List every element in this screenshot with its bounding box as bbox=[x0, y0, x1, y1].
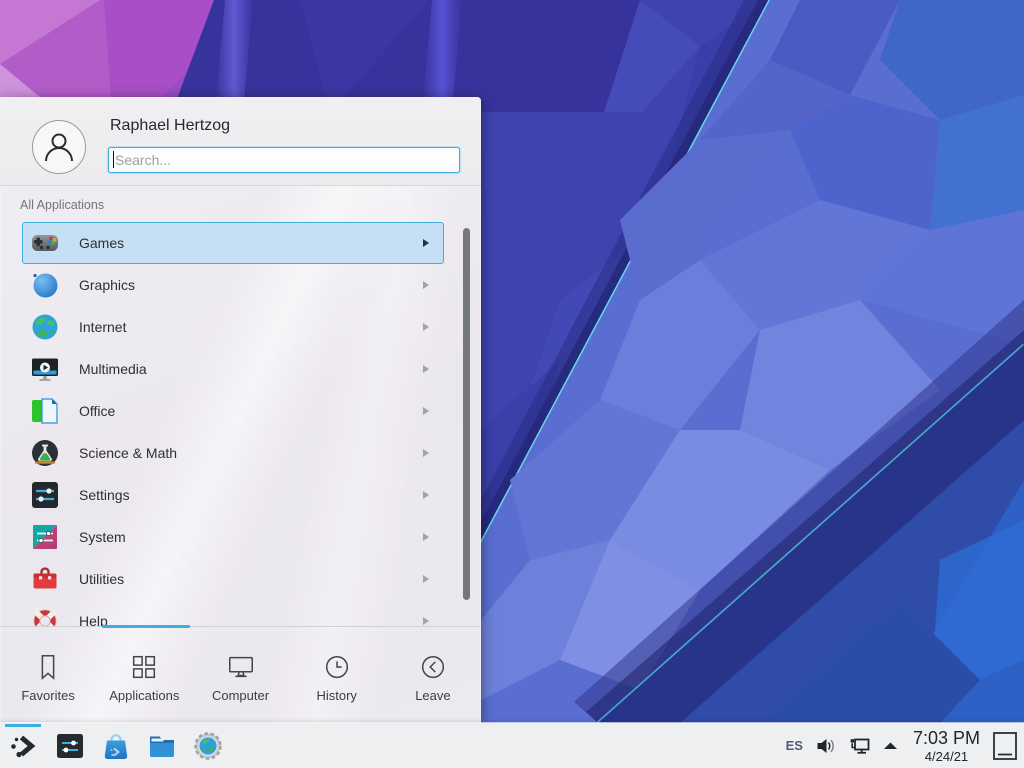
category-item-graphics[interactable]: Graphics bbox=[22, 264, 444, 306]
multimedia-icon bbox=[29, 353, 61, 385]
category-label: Games bbox=[79, 235, 423, 251]
text-cursor bbox=[113, 151, 114, 168]
submenu-arrow-icon bbox=[423, 533, 429, 541]
leave-back-icon bbox=[418, 652, 448, 682]
category-label: Utilities bbox=[79, 571, 423, 587]
gamepad-icon bbox=[29, 227, 61, 259]
toolbox-icon bbox=[29, 563, 61, 595]
discover-bag-icon bbox=[100, 730, 132, 762]
submenu-arrow-icon bbox=[423, 323, 429, 331]
launcher-tab-bar: Favorites Applications Computer bbox=[0, 626, 481, 724]
category-item-games[interactable]: Games bbox=[22, 222, 444, 264]
list-scrollbar[interactable] bbox=[463, 228, 470, 600]
volume-icon[interactable] bbox=[815, 735, 838, 757]
category-item-internet[interactable]: Internet bbox=[22, 306, 444, 348]
grid-icon bbox=[129, 652, 159, 682]
office-document-icon bbox=[29, 395, 61, 427]
category-list: Games Graphics bbox=[0, 222, 481, 626]
clock[interactable]: 7:03 PM 4/24/21 bbox=[913, 729, 980, 763]
taskbar-apps bbox=[0, 723, 224, 768]
application-launcher-button[interactable] bbox=[8, 730, 40, 762]
folder-icon bbox=[146, 730, 178, 762]
tab-history[interactable]: History bbox=[289, 627, 385, 724]
category-label: Office bbox=[79, 403, 423, 419]
submenu-arrow-icon bbox=[423, 575, 429, 583]
submenu-arrow-icon bbox=[423, 617, 429, 625]
tab-label: Applications bbox=[109, 688, 179, 703]
tab-applications[interactable]: Applications bbox=[96, 627, 192, 724]
globe-icon bbox=[29, 311, 61, 343]
bookmark-icon bbox=[33, 652, 63, 682]
system-tray: ES 7:03 PM 4/24/21 bbox=[786, 723, 1024, 768]
network-icon[interactable] bbox=[848, 735, 872, 757]
clock-icon bbox=[322, 652, 352, 682]
application-launcher-menu: Raphael Hertzog All Applications bbox=[0, 97, 481, 723]
tab-label: Favorites bbox=[21, 688, 74, 703]
tab-leave[interactable]: Leave bbox=[385, 627, 481, 724]
tab-favorites[interactable]: Favorites bbox=[0, 627, 96, 724]
system-icon bbox=[29, 521, 61, 553]
tab-computer[interactable]: Computer bbox=[192, 627, 288, 724]
system-settings-button[interactable] bbox=[54, 730, 86, 762]
submenu-arrow-icon bbox=[423, 407, 429, 415]
category-label: Settings bbox=[79, 487, 423, 503]
category-item-science-math[interactable]: Science & Math bbox=[22, 432, 444, 474]
submenu-arrow-icon bbox=[423, 365, 429, 373]
keyboard-layout-indicator[interactable]: ES bbox=[786, 738, 803, 753]
science-flask-icon bbox=[29, 437, 61, 469]
submenu-arrow-icon bbox=[423, 281, 429, 289]
category-label: Graphics bbox=[79, 277, 423, 293]
show-desktop-icon bbox=[992, 731, 1018, 761]
show-desktop-button[interactable] bbox=[990, 723, 1020, 768]
user-icon bbox=[42, 130, 76, 164]
taskbar-panel: ES 7:03 PM 4/24/21 bbox=[0, 723, 1024, 768]
category-label: Multimedia bbox=[79, 361, 423, 377]
search-input[interactable] bbox=[108, 147, 460, 173]
discover-button[interactable] bbox=[100, 730, 132, 762]
browser-globe-gear-icon bbox=[192, 730, 224, 762]
settings-sliders-icon bbox=[29, 479, 61, 511]
category-label: System bbox=[79, 529, 423, 545]
launcher-open-indicator bbox=[5, 724, 41, 727]
category-item-help[interactable]: Help bbox=[22, 600, 444, 626]
tab-label: Computer bbox=[212, 688, 269, 703]
submenu-arrow-icon bbox=[423, 449, 429, 457]
submenu-arrow-icon bbox=[423, 491, 429, 499]
category-label: Science & Math bbox=[79, 445, 423, 461]
category-item-system[interactable]: System bbox=[22, 516, 444, 558]
category-item-multimedia[interactable]: Multimedia bbox=[22, 348, 444, 390]
tray-expand-arrow-icon[interactable] bbox=[882, 735, 899, 757]
category-item-utilities[interactable]: Utilities bbox=[22, 558, 444, 600]
category-item-office[interactable]: Office bbox=[22, 390, 444, 432]
web-browser-button[interactable] bbox=[192, 730, 224, 762]
computer-icon bbox=[226, 652, 256, 682]
category-item-settings[interactable]: Settings bbox=[22, 474, 444, 516]
file-manager-button[interactable] bbox=[146, 730, 178, 762]
graphics-sphere-icon bbox=[29, 269, 61, 301]
section-label: All Applications bbox=[20, 198, 104, 212]
clock-date: 4/24/21 bbox=[913, 750, 980, 763]
tab-label: History bbox=[316, 688, 356, 703]
user-name: Raphael Hertzog bbox=[110, 117, 230, 135]
clock-time: 7:03 PM bbox=[913, 729, 980, 747]
help-lifebuoy-icon bbox=[29, 605, 61, 626]
submenu-arrow-icon bbox=[423, 239, 429, 247]
active-tab-indicator bbox=[102, 625, 190, 628]
kde-launcher-icon bbox=[8, 730, 40, 762]
tab-label: Leave bbox=[415, 688, 450, 703]
category-label: Internet bbox=[79, 319, 423, 335]
system-settings-icon bbox=[54, 730, 86, 762]
user-avatar[interactable] bbox=[32, 120, 86, 174]
desktop[interactable]: Raphael Hertzog All Applications bbox=[0, 0, 1024, 768]
launcher-header: Raphael Hertzog bbox=[0, 97, 481, 186]
